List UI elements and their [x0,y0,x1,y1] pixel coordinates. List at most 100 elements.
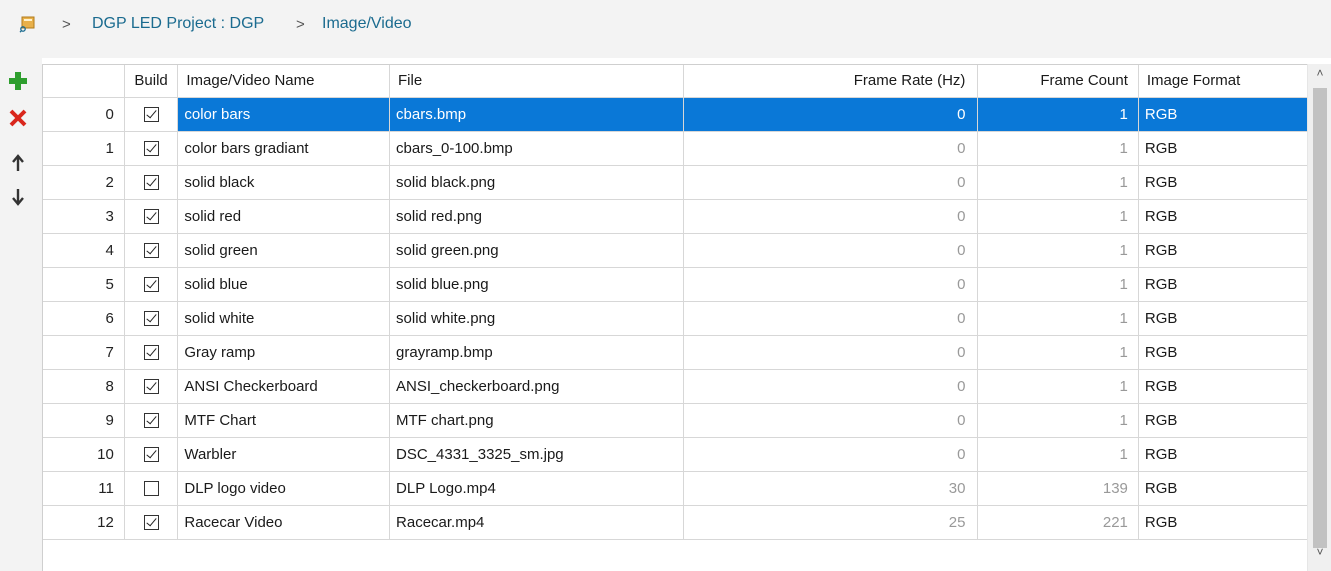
project-folder-icon[interactable] [19,15,37,33]
file-cell[interactable]: solid black.png [389,165,685,200]
image-format-cell[interactable]: RGB [1138,301,1331,336]
frame-rate-cell[interactable]: 0 [683,301,979,336]
frame-count-cell[interactable]: 1 [977,97,1139,132]
row-index[interactable]: 5 [43,267,125,302]
name-cell[interactable]: Gray ramp [177,335,391,370]
build-checkbox[interactable] [143,243,159,259]
row-index[interactable]: 8 [43,369,125,404]
build-cell[interactable] [124,301,179,336]
row-index[interactable]: 1 [43,131,125,166]
file-cell[interactable]: grayramp.bmp [389,335,685,370]
table-row[interactable]: 8 ANSI Checkerboard ANSI_checkerboard.png 0… [43,369,1331,404]
name-cell[interactable]: solid blue [177,267,391,302]
file-cell[interactable]: solid white.png [389,301,685,336]
row-index[interactable]: 0 [43,97,125,132]
file-cell[interactable]: cbars.bmp [389,97,685,132]
build-checkbox[interactable] [143,515,159,531]
build-cell[interactable] [124,335,179,370]
file-cell[interactable]: DSC_4331_3325_sm.jpg [389,437,685,472]
build-checkbox[interactable] [143,175,159,191]
frame-rate-cell[interactable]: 0 [683,97,979,132]
image-format-cell[interactable]: RGB [1138,471,1331,506]
name-cell[interactable]: solid green [177,233,391,268]
build-checkbox[interactable] [143,413,159,429]
file-cell[interactable]: ANSI_checkerboard.png [389,369,685,404]
image-format-cell[interactable]: RGB [1138,403,1331,438]
column-header-file[interactable]: File [389,65,685,98]
frame-count-cell[interactable]: 1 [977,233,1139,268]
image-format-cell[interactable]: RGB [1138,335,1331,370]
frame-count-cell[interactable]: 1 [977,335,1139,370]
build-cell[interactable] [124,199,179,234]
image-format-cell[interactable]: RGB [1138,505,1331,540]
column-header-name[interactable]: Image/Video Name [177,65,391,98]
frame-count-cell[interactable]: 1 [977,437,1139,472]
build-checkbox[interactable] [143,311,159,327]
frame-count-cell[interactable]: 1 [977,403,1139,438]
move-down-icon[interactable] [7,186,29,208]
table-row[interactable]: 6 solid white solid white.png 0 1 RGB [43,301,1331,336]
frame-count-cell[interactable]: 139 [977,471,1139,506]
build-cell[interactable] [124,471,179,506]
row-index[interactable]: 4 [43,233,125,268]
file-cell[interactable]: solid green.png [389,233,685,268]
frame-count-cell[interactable]: 1 [977,165,1139,200]
image-format-cell[interactable]: RGB [1138,97,1331,132]
name-cell[interactable]: color bars gradiant [177,131,391,166]
column-header-build[interactable]: Build [124,65,179,98]
image-format-cell[interactable]: RGB [1138,199,1331,234]
build-checkbox[interactable] [143,447,159,463]
frame-rate-cell[interactable]: 0 [683,131,979,166]
build-checkbox[interactable] [143,277,159,293]
add-icon[interactable] [7,70,29,92]
row-index[interactable]: 10 [43,437,125,472]
image-format-cell[interactable]: RGB [1138,267,1331,302]
image-format-cell[interactable]: RGB [1138,165,1331,200]
build-cell[interactable] [124,165,179,200]
name-cell[interactable]: ANSI Checkerboard [177,369,391,404]
build-cell[interactable] [124,369,179,404]
file-cell[interactable]: DLP Logo.mp4 [389,471,685,506]
move-up-icon[interactable] [7,152,29,174]
image-format-cell[interactable]: RGB [1138,233,1331,268]
name-cell[interactable]: Warbler [177,437,391,472]
name-cell[interactable]: solid red [177,199,391,234]
column-header-frame-rate[interactable]: Frame Rate (Hz) [683,65,979,98]
delete-icon[interactable] [7,107,29,129]
table-row[interactable]: 0 color bars cbars.bmp 0 1 RGB [43,97,1331,132]
frame-rate-cell[interactable]: 0 [683,199,979,234]
breadcrumb-project[interactable]: DGP LED Project : DGP [92,15,264,33]
build-cell[interactable] [124,403,179,438]
build-cell[interactable] [124,233,179,268]
table-row[interactable]: 9 MTF Chart MTF chart.png 0 1 RGB [43,403,1331,438]
build-checkbox[interactable] [143,345,159,361]
frame-count-cell[interactable]: 1 [977,267,1139,302]
table-row[interactable]: 1 color bars gradiant cbars_0-100.bmp 0 1 RGB [43,131,1331,166]
file-cell[interactable]: cbars_0-100.bmp [389,131,685,166]
row-index[interactable]: 6 [43,301,125,336]
frame-count-cell[interactable]: 1 [977,369,1139,404]
frame-rate-cell[interactable]: 25 [683,505,979,540]
scroll-down-icon[interactable]: ˅ [1308,545,1331,567]
row-index[interactable]: 2 [43,165,125,200]
name-cell[interactable]: DLP logo video [177,471,391,506]
file-cell[interactable]: Racecar.mp4 [389,505,685,540]
table-row[interactable]: 4 solid green solid green.png 0 1 RGB [43,233,1331,268]
frame-rate-cell[interactable]: 0 [683,165,979,200]
row-index[interactable]: 3 [43,199,125,234]
table-row[interactable]: 7 Gray ramp grayramp.bmp 0 1 RGB [43,335,1331,370]
table-row[interactable]: 10 Warbler DSC_4331_3325_sm.jpg 0 1 RGB [43,437,1331,472]
frame-rate-cell[interactable]: 0 [683,233,979,268]
build-checkbox[interactable] [143,379,159,395]
frame-count-cell[interactable]: 1 [977,301,1139,336]
name-cell[interactable]: solid white [177,301,391,336]
file-cell[interactable]: solid red.png [389,199,685,234]
build-checkbox[interactable] [143,107,159,123]
breadcrumb-image-video[interactable]: Image/Video [322,15,412,33]
file-cell[interactable]: solid blue.png [389,267,685,302]
build-cell[interactable] [124,97,179,132]
image-format-cell[interactable]: RGB [1138,437,1331,472]
scrollbar-thumb[interactable] [1313,88,1327,548]
build-checkbox[interactable] [143,141,159,157]
build-checkbox[interactable] [143,209,159,225]
